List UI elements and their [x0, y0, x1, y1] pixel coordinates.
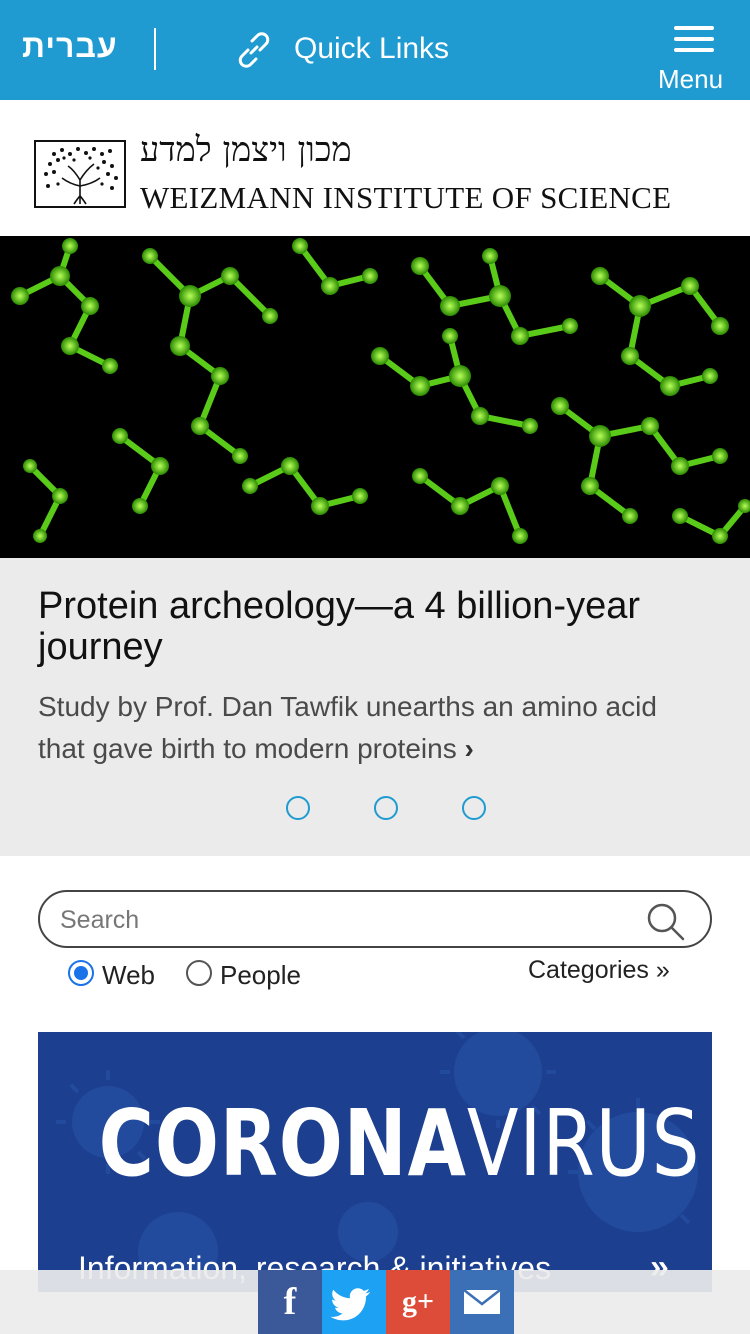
- search-icon[interactable]: [646, 902, 686, 942]
- featured-story[interactable]: Protein archeology—a 4 billion-year jour…: [0, 558, 750, 856]
- molecule-illustration: [0, 236, 750, 558]
- facebook-icon: f: [283, 1281, 297, 1323]
- banner-title-light: VIRUS: [466, 1090, 701, 1197]
- email-share-button[interactable]: [450, 1270, 514, 1334]
- topbar-divider: [154, 28, 156, 70]
- story-title[interactable]: Protein archeology—a 4 billion-year jour…: [38, 586, 698, 668]
- banner-title-bold: CORONA: [98, 1090, 467, 1197]
- coronavirus-banner[interactable]: CORONAVIRUS Information, research & init…: [38, 1032, 712, 1292]
- search-box: [38, 890, 712, 948]
- carousel-dots: [0, 796, 750, 822]
- language-switch-link[interactable]: עברית: [22, 28, 118, 65]
- story-subtitle[interactable]: Study by Prof. Dan Tawfik unearths an am…: [38, 686, 698, 770]
- carousel-dot-1[interactable]: [286, 796, 310, 820]
- banner-title: CORONAVIRUS: [98, 1090, 700, 1197]
- twitter-share-button[interactable]: [322, 1270, 386, 1334]
- quick-links-link[interactable]: Quick Links: [294, 32, 449, 66]
- people-radio[interactable]: [186, 960, 212, 986]
- web-radio-label[interactable]: Web: [102, 960, 155, 991]
- logo-header: מכון ויצמן למדע WEIZMANN INSTITUTE OF SC…: [0, 100, 750, 236]
- google-plus-share-button[interactable]: g+: [386, 1270, 450, 1334]
- web-radio[interactable]: [68, 960, 94, 986]
- story-subtitle-text: Study by Prof. Dan Tawfik unearths an am…: [38, 691, 657, 764]
- categories-link[interactable]: Categories »: [528, 956, 670, 985]
- hero-image[interactable]: [0, 236, 750, 558]
- people-radio-label[interactable]: People: [220, 960, 301, 991]
- logo-hebrew-text: מכון ויצמן למדע: [140, 130, 352, 170]
- envelope-icon: [463, 1289, 501, 1314]
- carousel-dot-3[interactable]: [462, 796, 486, 820]
- logo-english-text: WEIZMANN INSTITUTE OF SCIENCE: [140, 180, 672, 215]
- facebook-share-button[interactable]: f: [258, 1270, 322, 1334]
- link-icon[interactable]: [234, 30, 274, 70]
- google-plus-icon: g+: [401, 1285, 435, 1318]
- share-bar: f g+: [0, 1270, 750, 1334]
- chevron-right-icon: ›: [464, 733, 474, 764]
- search-scope: Web People Categories »: [0, 956, 750, 996]
- search-input[interactable]: [60, 902, 620, 938]
- hamburger-icon[interactable]: [674, 26, 714, 54]
- menu-button[interactable]: Menu: [658, 64, 723, 95]
- twitter-bird-icon: [330, 1288, 370, 1321]
- tree-logo-icon[interactable]: [34, 140, 126, 208]
- top-bar: עברית Quick Links Menu: [0, 0, 750, 100]
- carousel-dot-2[interactable]: [374, 796, 398, 820]
